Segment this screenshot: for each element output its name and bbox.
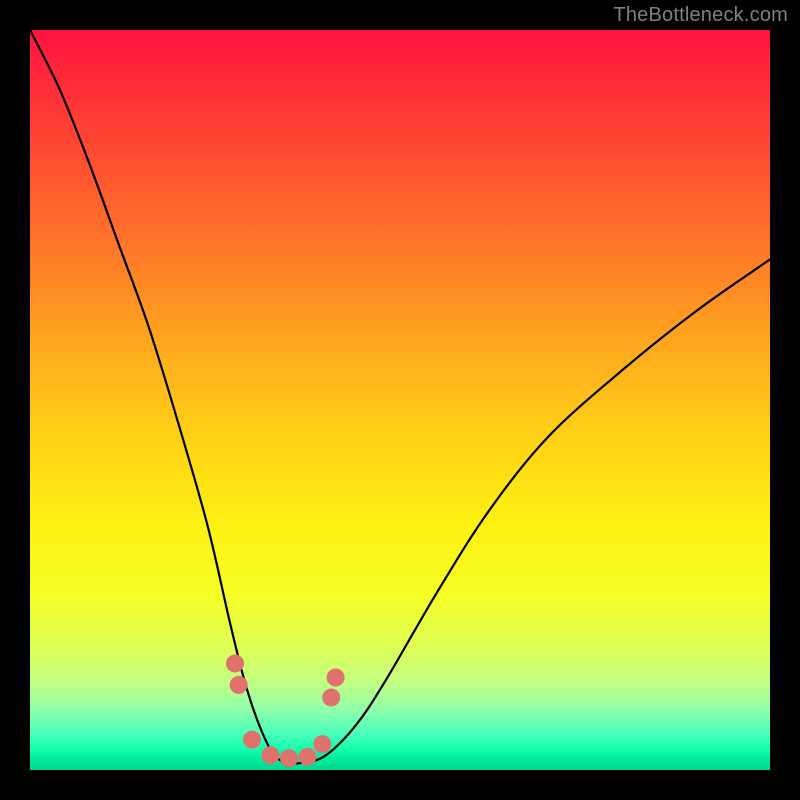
curve-marker — [313, 735, 331, 753]
watermark-text: TheBottleneck.com — [613, 4, 788, 27]
curve-marker — [243, 731, 261, 749]
marker-group — [226, 654, 345, 767]
curve-marker — [299, 748, 317, 766]
curve-marker — [262, 746, 280, 764]
bottleneck-curve — [30, 30, 770, 764]
curve-marker — [230, 676, 248, 694]
chart-root: TheBottleneck.com — [0, 0, 800, 800]
curve-marker — [226, 654, 244, 672]
curve-marker — [280, 749, 298, 767]
plot-area — [30, 30, 770, 770]
curve-marker — [322, 688, 340, 706]
curve-marker — [327, 669, 345, 687]
chart-overlay — [30, 30, 770, 770]
